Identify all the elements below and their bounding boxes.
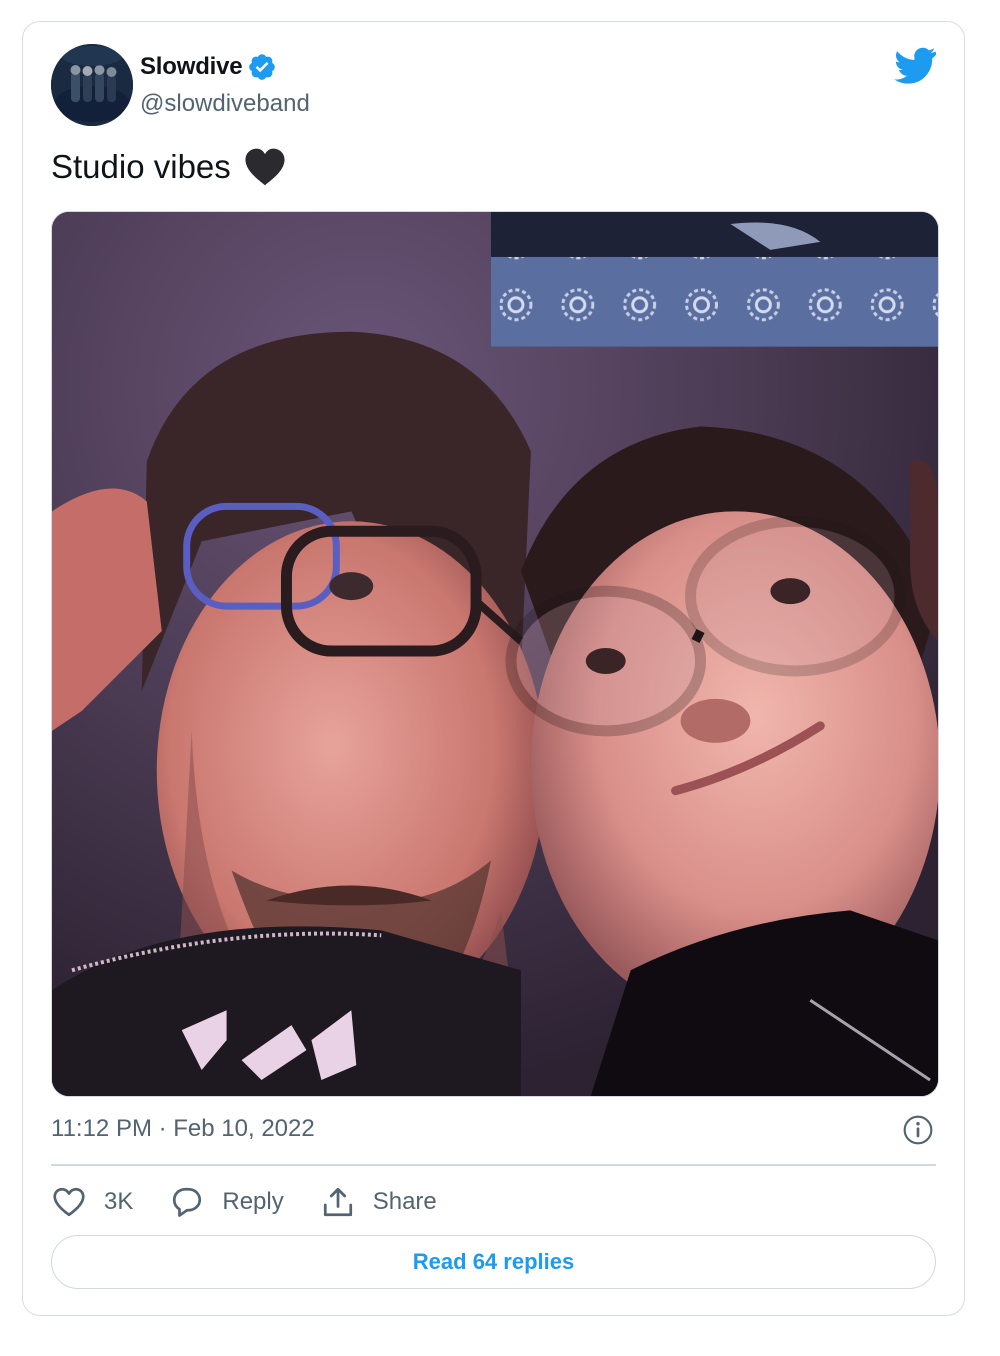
selfie-photo-illustration: [52, 212, 938, 1096]
tweet-text-row: Studio vibes: [51, 147, 287, 187]
read-replies-button[interactable]: Read 64 replies: [51, 1235, 936, 1289]
speech-bubble-icon: [173, 1187, 202, 1217]
twitter-bird-icon[interactable]: [894, 46, 937, 84]
reply-label: Reply: [222, 1188, 284, 1215]
like-button[interactable]: 3K: [51, 1184, 133, 1220]
black-heart-icon: [243, 147, 287, 187]
verified-badge-icon: [247, 52, 277, 82]
share-label: Share: [372, 1188, 437, 1215]
tweet-embed-card: Slowdive @slowdiveband Studio vibes 11:1…: [22, 21, 965, 1316]
author-handle[interactable]: @slowdiveband: [140, 90, 310, 118]
author-name-row[interactable]: Slowdive: [140, 52, 277, 82]
tweet-actions: 3K Reply Share: [51, 1180, 473, 1224]
avatar-band-photo: [51, 44, 133, 126]
tweet-timestamp[interactable]: 11:12 PM · Feb 10, 2022: [51, 1115, 315, 1143]
like-count: 3K: [104, 1188, 134, 1215]
actions-divider: [51, 1164, 936, 1166]
author-avatar[interactable]: [51, 44, 133, 126]
heart-outline-icon: [53, 1187, 85, 1217]
info-icon[interactable]: [902, 1114, 934, 1146]
tweet-photo[interactable]: [51, 211, 939, 1097]
author-name[interactable]: Slowdive: [140, 53, 243, 81]
share-button[interactable]: Share: [320, 1184, 437, 1220]
reply-button[interactable]: Reply: [169, 1184, 284, 1220]
tweet-text: Studio vibes: [51, 148, 231, 185]
share-upload-icon: [323, 1187, 352, 1217]
